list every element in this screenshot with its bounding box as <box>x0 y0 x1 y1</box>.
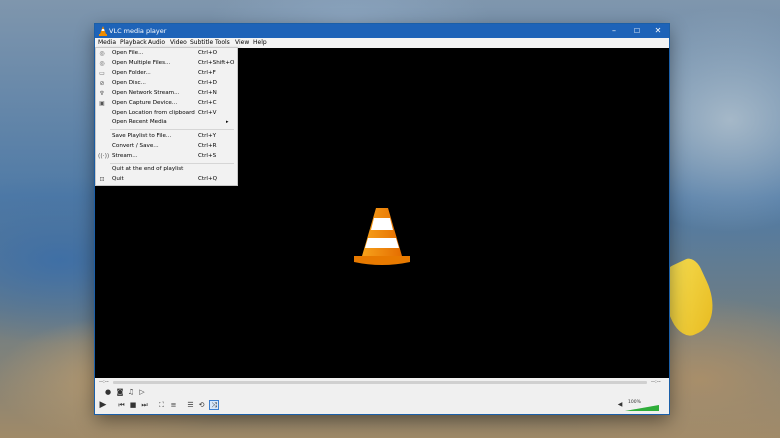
elapsed-time: --:-- <box>99 379 109 385</box>
playlist-button[interactable]: ☰ <box>186 400 195 410</box>
next-button[interactable]: ⏭ <box>140 400 149 410</box>
submenu-arrow-icon: ▸ <box>226 119 229 125</box>
menu-audio[interactable]: Audio <box>148 39 165 47</box>
frame-step-icon[interactable]: ▷ <box>138 387 146 397</box>
extended-settings-button[interactable]: ≡ <box>169 400 178 410</box>
minimize-button[interactable]: – <box>603 24 625 38</box>
menu-item-open-disc[interactable]: ⊘ Open Disc... Ctrl+D <box>96 79 237 88</box>
menu-item-open-capture-device[interactable]: ▣ Open Capture Device... Ctrl+C <box>96 99 237 108</box>
capture-icon: ▣ <box>99 100 105 107</box>
record-icon[interactable]: ● <box>104 387 112 397</box>
menu-item-quit-end-playlist[interactable]: Quit at the end of playlist <box>96 165 237 174</box>
snapshot-icon[interactable]: ◙ <box>115 387 125 397</box>
vlc-cone-logo <box>354 208 410 265</box>
fullscreen-button[interactable]: ⛶ <box>157 400 166 410</box>
random-button[interactable]: ⤨ <box>209 400 219 410</box>
menu-item-convert-save[interactable]: Convert / Save... Ctrl+R <box>96 142 237 151</box>
menu-item-stream[interactable]: ((·)) Stream... Ctrl+S <box>96 152 237 161</box>
speaker-icon[interactable]: ◀ <box>616 400 624 410</box>
media-menu-dropdown: ◎ Open File... Ctrl+O ◎ Open Multiple Fi… <box>95 47 238 186</box>
loop-ab-icon[interactable]: ♫ <box>127 387 135 397</box>
menu-item-quit[interactable]: ⊡ Quit Ctrl+Q <box>96 175 237 184</box>
stop-button[interactable]: ■ <box>129 400 137 410</box>
volume-slider[interactable] <box>625 405 659 411</box>
stream-icon: ((·)) <box>98 153 110 160</box>
quit-icon: ⊡ <box>99 176 105 183</box>
menu-video[interactable]: Video <box>170 39 187 47</box>
maximize-button[interactable]: ☐ <box>626 24 648 38</box>
previous-button[interactable]: ⏮ <box>117 400 126 410</box>
menu-item-open-file[interactable]: ◎ Open File... Ctrl+O <box>96 49 237 58</box>
menu-item-open-location-clipboard[interactable]: Open Location from clipboard Ctrl+V <box>96 109 237 118</box>
menu-item-open-network-stream[interactable]: ♆ Open Network Stream... Ctrl+N <box>96 89 237 98</box>
menu-item-save-playlist[interactable]: Save Playlist to File... Ctrl+Y <box>96 132 237 141</box>
window-title: VLC media player <box>109 27 167 35</box>
menu-media[interactable]: Media <box>98 39 116 47</box>
files-icon: ◎ <box>99 60 105 67</box>
title-bar[interactable]: VLC media player – ☐ ✕ <box>95 24 669 38</box>
menu-separator <box>110 163 234 164</box>
control-panel: --:-- --:-- ● ◙ ♫ ▷ ▶ ⏮ ■ ⏭ ⛶ ≡ ☰ ⟲ ⤨ ◀ … <box>95 378 669 414</box>
menu-subtitle[interactable]: Subtitle <box>190 39 213 47</box>
menu-help[interactable]: Help <box>253 39 267 47</box>
menu-tools[interactable]: Tools <box>215 39 230 47</box>
menu-playback[interactable]: Playback <box>120 39 147 47</box>
close-button[interactable]: ✕ <box>647 24 669 38</box>
remaining-time: --:-- <box>651 379 661 385</box>
disc-icon: ⊘ <box>99 80 105 87</box>
seek-bar[interactable] <box>113 381 647 384</box>
vlc-cone-icon <box>99 26 107 36</box>
network-icon: ♆ <box>99 90 105 97</box>
menu-item-open-multiple-files[interactable]: ◎ Open Multiple Files... Ctrl+Shift+O <box>96 59 237 68</box>
menu-separator <box>110 129 234 130</box>
folder-icon: ▭ <box>99 70 105 77</box>
loop-button[interactable]: ⟲ <box>197 400 206 410</box>
file-icon: ◎ <box>99 50 105 57</box>
menu-item-open-folder[interactable]: ▭ Open Folder... Ctrl+F <box>96 69 237 78</box>
menu-view[interactable]: View <box>235 39 249 47</box>
menu-item-open-recent-media[interactable]: Open Recent Media ▸ <box>96 118 237 127</box>
play-button[interactable]: ▶ <box>98 400 108 410</box>
